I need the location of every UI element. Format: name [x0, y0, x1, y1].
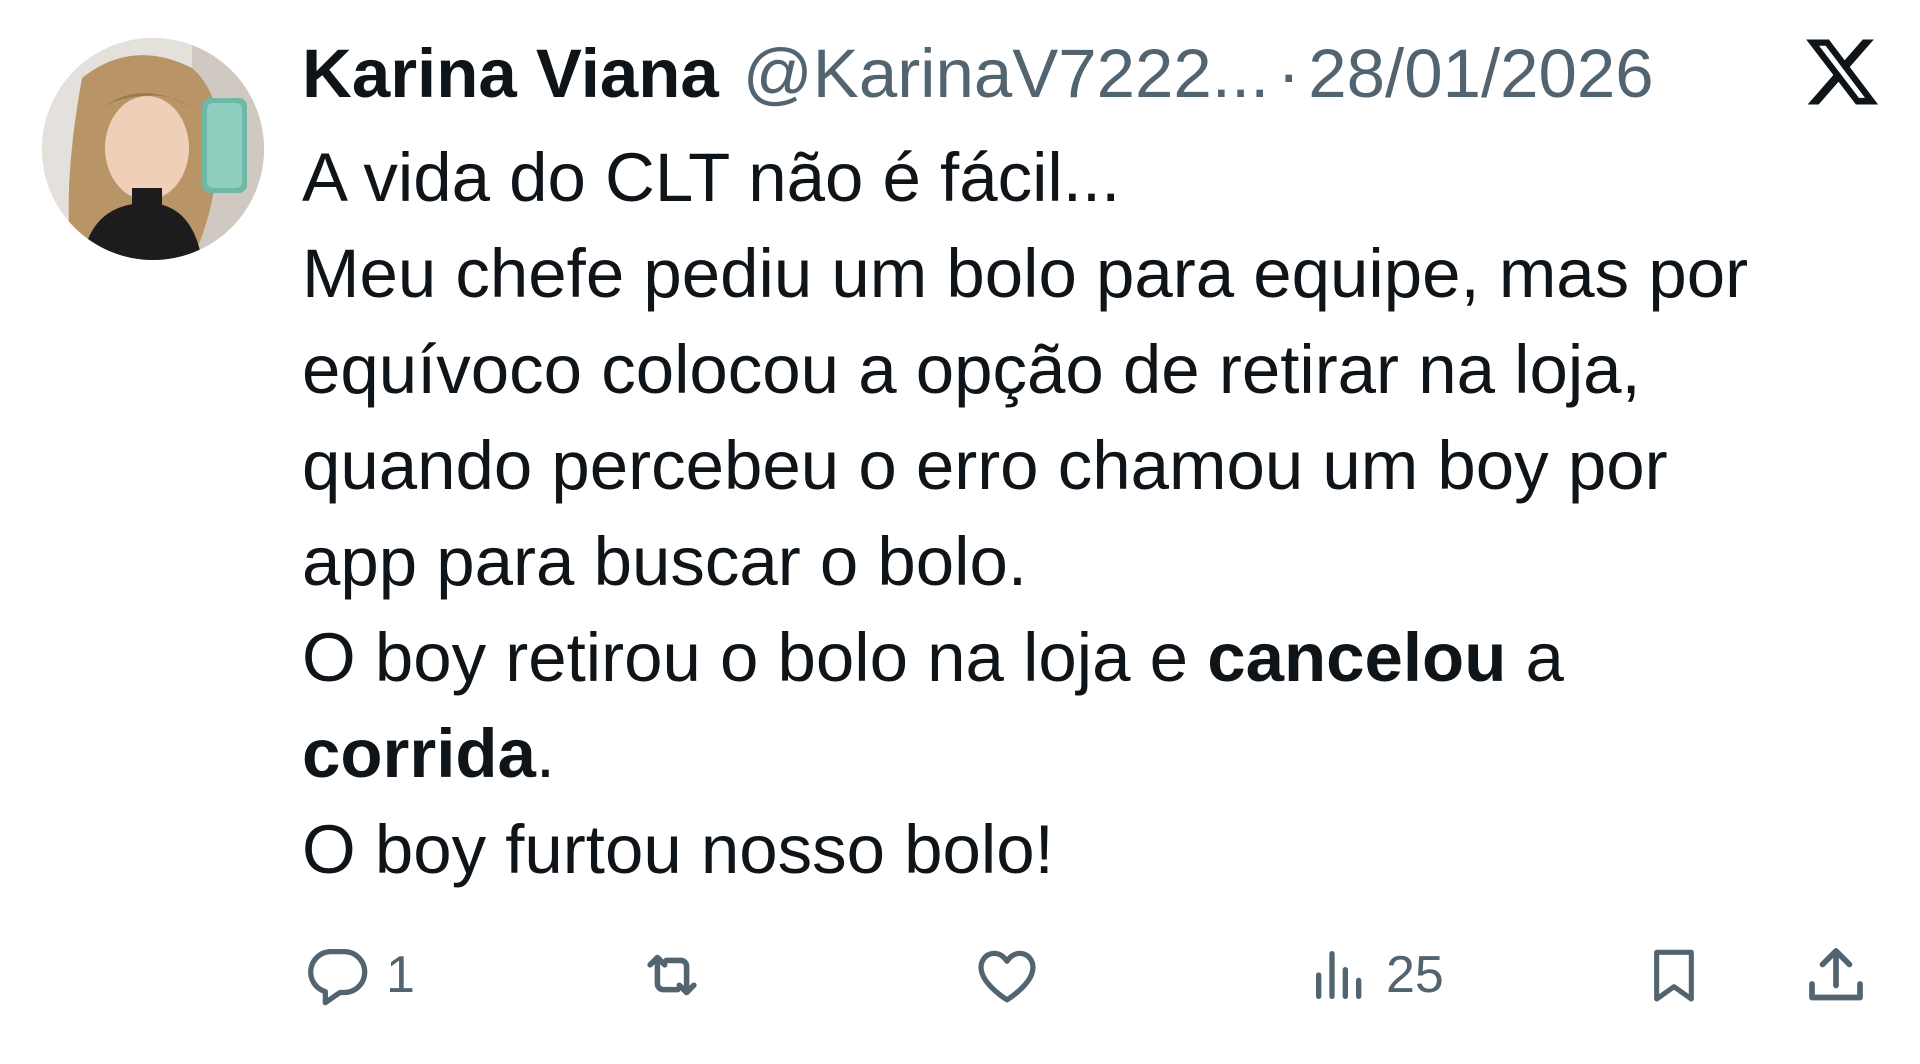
avatar[interactable]	[42, 38, 264, 260]
views-button[interactable]: 25	[1308, 930, 1444, 1020]
user-handle[interactable]: @KarinaV7222...	[743, 26, 1270, 122]
tweet-card: Karina Viana @KarinaV7222... · 28/01/202…	[0, 0, 1920, 1064]
heart-icon	[978, 950, 1036, 1003]
tweet-line: O boy retirou o bolo na loja e cancelou …	[302, 610, 1892, 706]
retweet-button[interactable]	[634, 930, 724, 1020]
tweet-line: Meu chefe pediu um bolo para equipe, mas…	[302, 235, 1749, 312]
avatar-photo	[42, 38, 264, 260]
reply-button[interactable]: 1	[302, 930, 415, 1020]
bookmark-button[interactable]	[1642, 930, 1706, 1020]
text-segment: a	[1506, 619, 1564, 696]
tweet-line: equívoco colocou a opção de retirar na l…	[302, 331, 1641, 408]
views-icon	[1316, 951, 1362, 999]
bold-text: corrida	[302, 715, 536, 792]
tweet-line: app para buscar o bolo.	[302, 523, 1028, 600]
retweet-icon	[647, 954, 697, 996]
tweet-line: A vida do CLT não é fácil...	[302, 139, 1121, 216]
share-button[interactable]	[1800, 930, 1872, 1020]
tweet-text: A vida do CLT não é fácil... Meu chefe p…	[302, 130, 1892, 898]
tweet-date[interactable]: 28/01/2026	[1308, 26, 1653, 122]
bookmark-icon	[1654, 949, 1694, 1002]
tweet-line: O boy furtou nosso bolo!	[302, 811, 1054, 888]
share-icon	[1809, 948, 1863, 1001]
tweet-line: corrida.	[302, 706, 1892, 802]
reply-count: 1	[386, 946, 415, 1004]
bold-text: cancelou	[1207, 619, 1507, 696]
text-segment: O boy retirou o bolo na loja e	[302, 619, 1208, 696]
like-button[interactable]	[970, 930, 1058, 1020]
separator-dot: ·	[1277, 35, 1301, 112]
tweet-line: quando percebeu o erro chamou um boy por	[302, 427, 1668, 504]
tweet-header: Karina Viana @KarinaV7222... · 28/01/202…	[302, 26, 1654, 122]
text-segment: .	[535, 715, 556, 792]
x-logo-icon	[1806, 39, 1879, 105]
reply-icon	[308, 949, 368, 1006]
views-count: 25	[1386, 946, 1444, 1004]
display-name[interactable]: Karina Viana	[302, 26, 719, 122]
action-bar: 1 25	[302, 930, 1892, 1020]
